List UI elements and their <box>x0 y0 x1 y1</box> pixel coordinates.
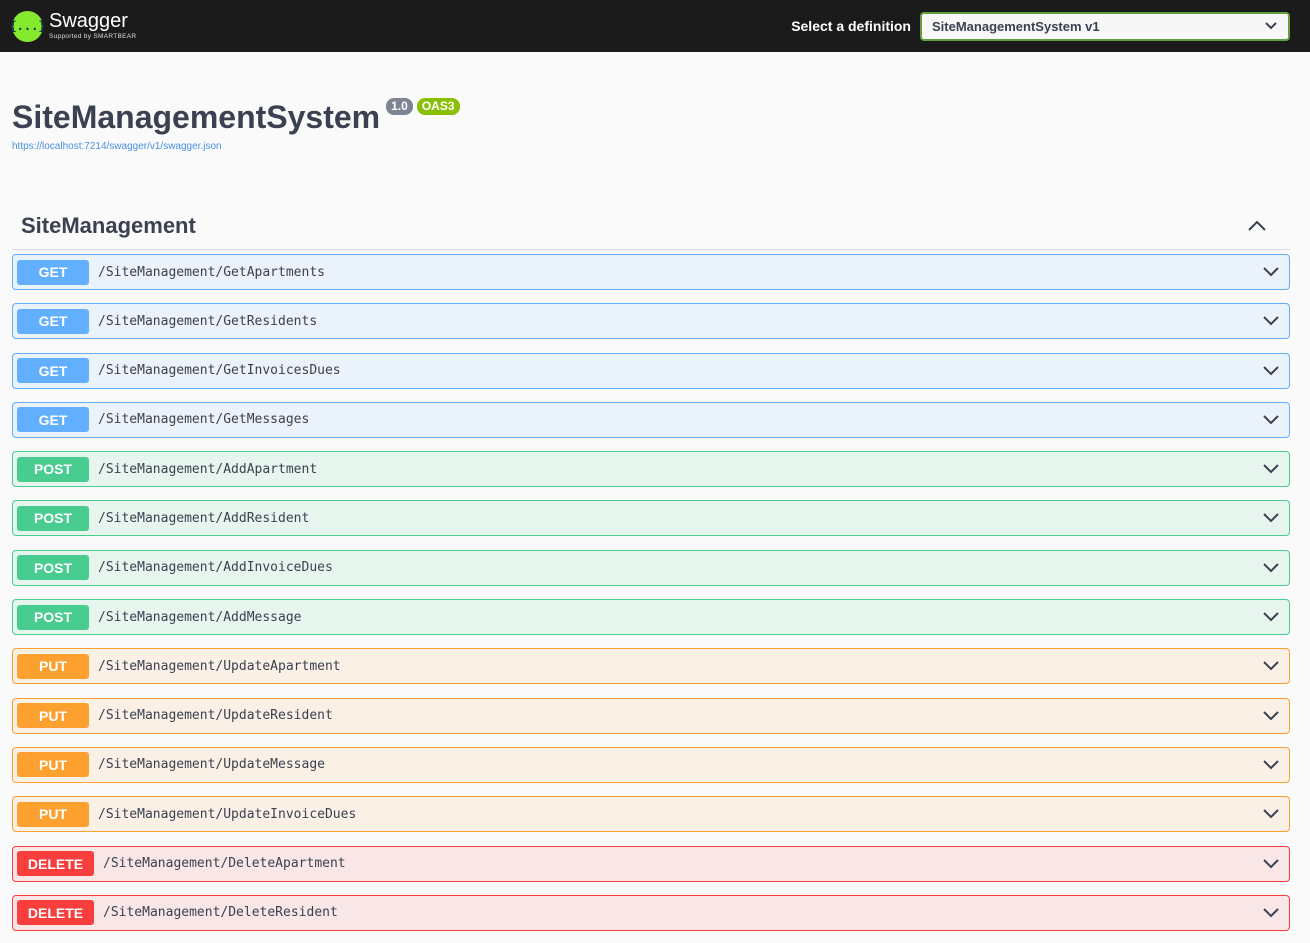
chevron-down-icon <box>1265 22 1277 30</box>
method-badge: GET <box>17 308 89 334</box>
method-badge: PUT <box>17 752 89 778</box>
method-badge: GET <box>17 407 89 433</box>
operation-row[interactable]: GET/SiteManagement/GetResidents <box>12 303 1290 340</box>
oas-badge: OAS3 <box>416 98 460 115</box>
chevron-down-icon[interactable] <box>1261 656 1281 676</box>
api-info: SiteManagementSystem 1.0 OAS3 https://lo… <box>0 52 1310 154</box>
chevron-down-icon[interactable] <box>1261 854 1281 874</box>
chevron-down-icon[interactable] <box>1261 804 1281 824</box>
operation-row[interactable]: GET/SiteManagement/GetMessages <box>12 401 1290 438</box>
swagger-logo-icon: {...} <box>9 10 46 42</box>
brand-name: Swagger <box>49 10 128 33</box>
operation-row[interactable]: POST/SiteManagement/AddInvoiceDues <box>12 549 1290 586</box>
method-badge: DELETE <box>17 900 94 926</box>
chevron-down-icon[interactable] <box>1261 262 1281 282</box>
operation-path: /SiteManagement/UpdateResident <box>98 708 333 724</box>
operation-row[interactable]: GET/SiteManagement/GetInvoicesDues <box>12 352 1290 389</box>
chevron-down-icon[interactable] <box>1261 607 1281 627</box>
swagger-logo[interactable]: {...} Swagger Supported by SMARTBEAR <box>9 10 137 42</box>
operation-path: /SiteManagement/GetInvoicesDues <box>98 363 341 379</box>
chevron-down-icon[interactable] <box>1261 706 1281 726</box>
operation-row[interactable]: DELETE/SiteManagement/DeleteApartment <box>12 845 1290 882</box>
operation-row[interactable]: GET/SiteManagement/GetApartments <box>12 254 1290 290</box>
method-badge: PUT <box>17 653 89 679</box>
operation-path: /SiteManagement/GetMessages <box>98 412 310 428</box>
operations-list: GET/SiteManagement/GetApartments GET/Site… <box>12 254 1290 931</box>
definition-selected-value: SiteManagementSystem v1 <box>932 18 1100 34</box>
version-badge: 1.0 <box>386 98 413 115</box>
operation-path: /SiteManagement/DeleteResident <box>103 905 338 921</box>
chevron-down-icon[interactable] <box>1261 558 1281 578</box>
method-badge: POST <box>17 456 89 482</box>
tag-name: SiteManagement <box>21 212 196 238</box>
method-badge: POST <box>17 555 89 581</box>
method-badge: GET <box>17 358 89 384</box>
chevron-down-icon[interactable] <box>1261 361 1281 381</box>
page-title: SiteManagementSystem <box>12 99 381 135</box>
operation-path: /SiteManagement/AddMessage <box>98 609 302 625</box>
spec-url-link[interactable]: https://localhost:7214/swagger/v1/swagge… <box>12 141 222 152</box>
operation-path: /SiteManagement/AddApartment <box>98 461 318 477</box>
chevron-down-icon[interactable] <box>1261 410 1281 430</box>
operation-row[interactable]: DELETE/SiteManagement/DeleteResident <box>12 894 1290 931</box>
method-badge: PUT <box>17 801 89 827</box>
operation-path: /SiteManagement/AddResident <box>98 510 310 526</box>
operation-path: /SiteManagement/UpdateApartment <box>98 658 341 674</box>
operation-row[interactable]: PUT/SiteManagement/UpdateApartment <box>12 648 1290 685</box>
chevron-down-icon[interactable] <box>1261 755 1281 775</box>
operation-row[interactable]: PUT/SiteManagement/UpdateInvoiceDues <box>12 796 1290 833</box>
operation-row[interactable]: POST/SiteManagement/AddMessage <box>12 599 1290 636</box>
method-badge: DELETE <box>17 851 94 877</box>
operation-path: /SiteManagement/GetResidents <box>98 313 318 329</box>
method-badge: GET <box>17 259 89 285</box>
operation-row[interactable]: POST/SiteManagement/AddResident <box>12 500 1290 537</box>
operation-path: /SiteManagement/UpdateMessage <box>98 757 325 773</box>
tag-header[interactable]: SiteManagement <box>12 202 1290 250</box>
topbar: {...} Swagger Supported by SMARTBEAR Sel… <box>0 0 1310 52</box>
brand-subtitle: Supported by SMARTBEAR <box>49 33 137 41</box>
operation-row[interactable]: PUT/SiteManagement/UpdateMessage <box>12 746 1290 783</box>
method-badge: PUT <box>17 703 89 729</box>
operation-row[interactable]: PUT/SiteManagement/UpdateResident <box>12 697 1290 734</box>
operation-path: /SiteManagement/DeleteApartment <box>103 856 346 872</box>
method-badge: POST <box>17 604 89 630</box>
operation-path: /SiteManagement/GetApartments <box>98 264 325 280</box>
chevron-down-icon[interactable] <box>1261 459 1281 479</box>
operation-row[interactable]: POST/SiteManagement/AddApartment <box>12 451 1290 488</box>
operation-path: /SiteManagement/AddInvoiceDues <box>98 560 333 576</box>
chevron-up-icon[interactable] <box>1248 220 1266 231</box>
operation-path: /SiteManagement/UpdateInvoiceDues <box>98 806 357 822</box>
chevron-down-icon[interactable] <box>1261 508 1281 528</box>
definition-label: Select a definition <box>791 18 911 34</box>
chevron-down-icon[interactable] <box>1261 311 1281 331</box>
chevron-down-icon[interactable] <box>1261 903 1281 923</box>
definition-select[interactable]: SiteManagementSystem v1 <box>920 11 1290 41</box>
method-badge: POST <box>17 505 89 531</box>
definition-selector: Select a definition SiteManagementSystem… <box>791 11 1290 41</box>
tag-section: SiteManagement GET/SiteManagement/GetApa… <box>12 202 1290 931</box>
